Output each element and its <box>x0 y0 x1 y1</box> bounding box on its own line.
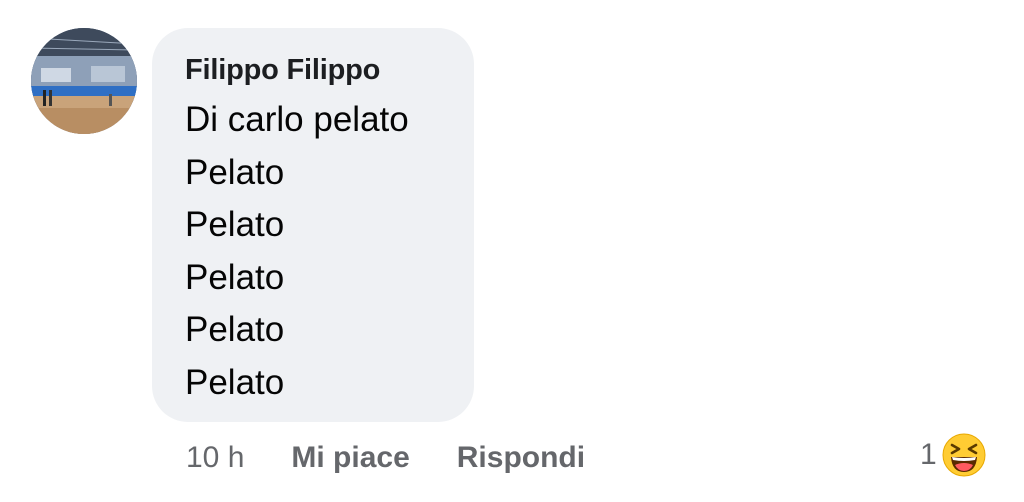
laughing-face-icon <box>941 432 987 478</box>
reply-button[interactable]: Rispondi <box>457 441 585 475</box>
reactions-summary[interactable]: 1 <box>920 432 987 478</box>
comment-timestamp[interactable]: 10 h <box>186 441 244 475</box>
like-button[interactable]: Mi piace <box>291 441 409 475</box>
comment-line: Pelato <box>185 310 285 350</box>
comment-line: Pelato <box>185 205 285 245</box>
avatar-image <box>31 28 137 134</box>
comment-line: Pelato <box>185 152 285 192</box>
reaction-count: 1 <box>920 438 937 471</box>
comment-line: Pelato <box>185 362 285 402</box>
author-avatar[interactable] <box>31 28 137 134</box>
comment-line: Di carlo pelato <box>185 100 409 139</box>
comment-author[interactable]: Filippo Filippo <box>185 50 474 90</box>
comment-line: Pelato <box>185 257 285 297</box>
comment-text: Di carlo pelato Pelato Pelato Pelato Pel… <box>185 94 474 410</box>
comment-actions: 10 h Mi piace Rispondi <box>186 435 585 481</box>
comment-bubble[interactable]: Filippo Filippo Di carlo pelato Pelato P… <box>152 28 474 422</box>
